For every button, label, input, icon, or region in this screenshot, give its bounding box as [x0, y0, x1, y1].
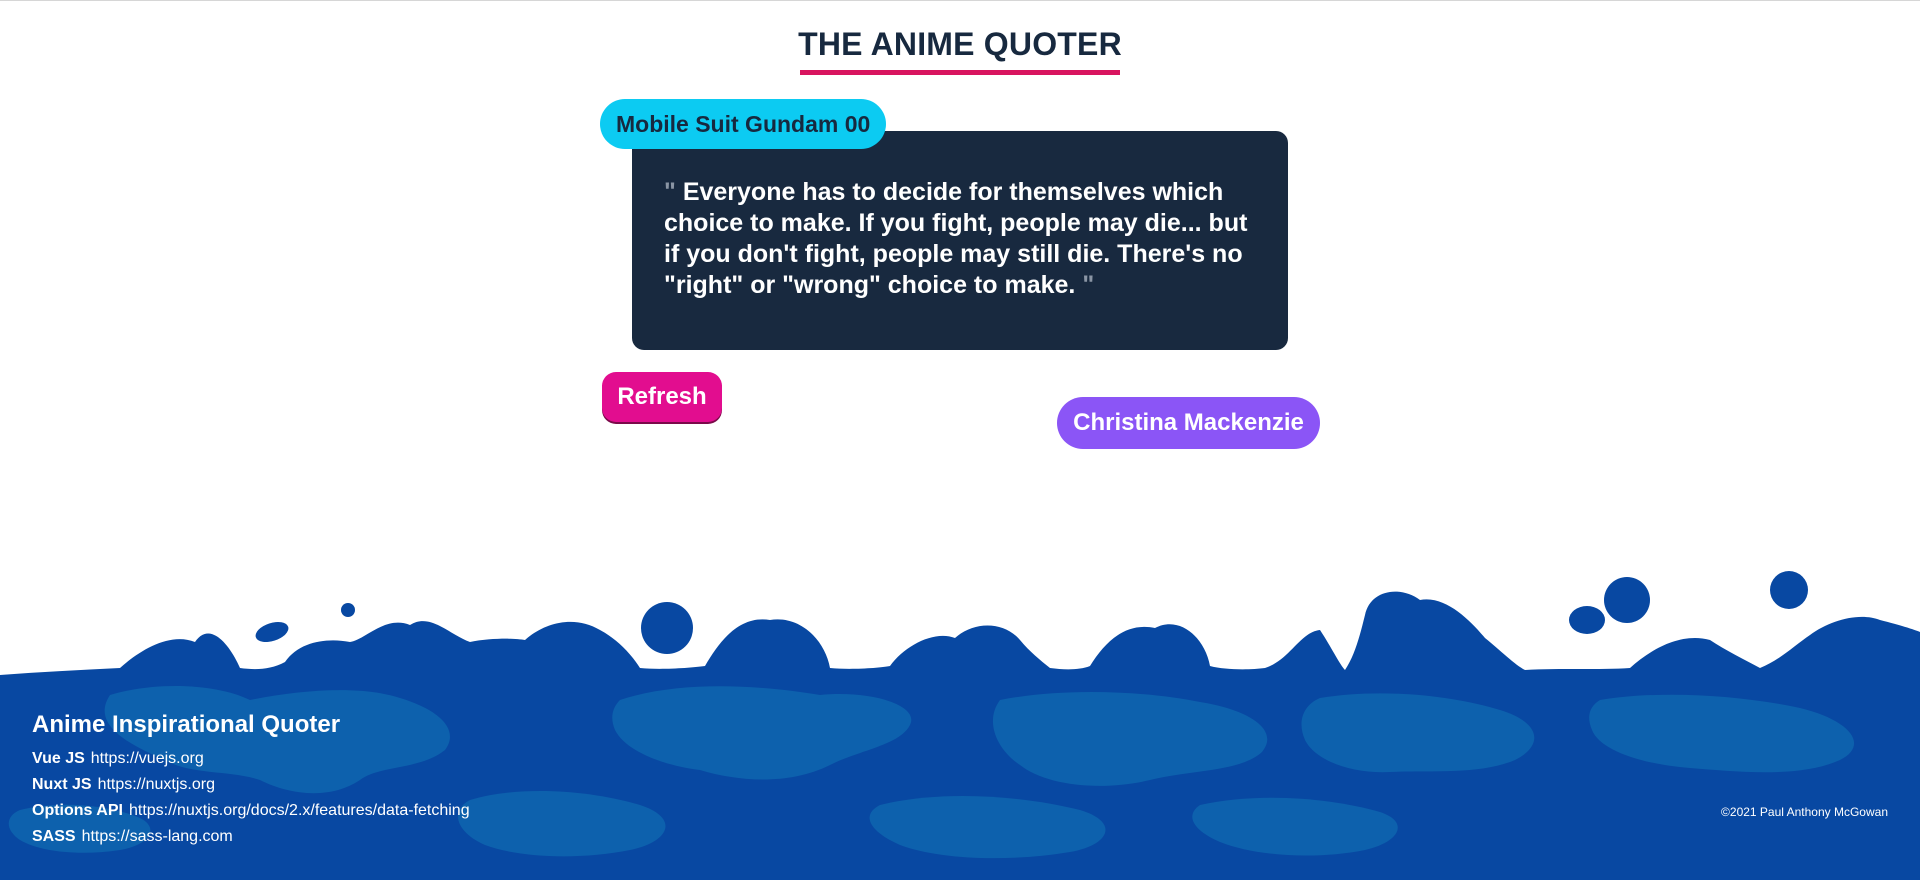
- footer-droplet: [1770, 571, 1808, 609]
- refresh-button[interactable]: Refresh: [602, 372, 722, 422]
- page-title: THE ANIME QUOTER: [798, 26, 1122, 62]
- title-underline: [800, 70, 1120, 75]
- quote-card: " Everyone has to decide for themselves …: [632, 131, 1288, 350]
- tech-item-sass: SASS https://sass-lang.com: [32, 824, 470, 850]
- footer-droplet: [1569, 606, 1605, 634]
- tech-list: Vue JS https://vuejs.org Nuxt JS https://n…: [32, 746, 470, 850]
- tech-name: Nuxt JS: [32, 776, 92, 793]
- quote-paragraph: " Everyone has to decide for themselves …: [664, 177, 1258, 301]
- footer-droplet: [341, 603, 355, 617]
- top-border: [0, 0, 1920, 1]
- footer-droplet: [255, 621, 289, 643]
- tech-item-options-api: Options API https://nuxtjs.org/docs/2.x/f…: [32, 798, 470, 824]
- copyright-text: ©2021 Paul Anthony McGowan: [1721, 805, 1888, 819]
- tech-link[interactable]: https://nuxtjs.org/docs/2.x/features/dat…: [129, 802, 470, 819]
- tech-link[interactable]: https://nuxtjs.org: [98, 776, 215, 793]
- tech-item-nuxt: Nuxt JS https://nuxtjs.org: [32, 772, 470, 798]
- tech-name: Options API: [32, 802, 123, 819]
- anime-name-badge: Mobile Suit Gundam 00: [600, 99, 887, 149]
- character-name-badge: Christina Mackenzie: [1057, 397, 1320, 449]
- close-quote-mark: ": [1082, 271, 1095, 299]
- tech-name: SASS: [32, 828, 76, 845]
- tech-link[interactable]: https://sass-lang.com: [82, 828, 233, 845]
- tech-item-vue: Vue JS https://vuejs.org: [32, 746, 470, 772]
- tech-link[interactable]: https://vuejs.org: [91, 750, 204, 767]
- footer-title: Anime Inspirational Quoter: [32, 711, 341, 738]
- footer-droplet: [641, 602, 693, 654]
- quote-text: Everyone has to decide for themselves wh…: [664, 178, 1248, 299]
- open-quote-mark: ": [664, 178, 676, 206]
- tech-name: Vue JS: [32, 750, 85, 767]
- footer-droplet: [1604, 577, 1650, 623]
